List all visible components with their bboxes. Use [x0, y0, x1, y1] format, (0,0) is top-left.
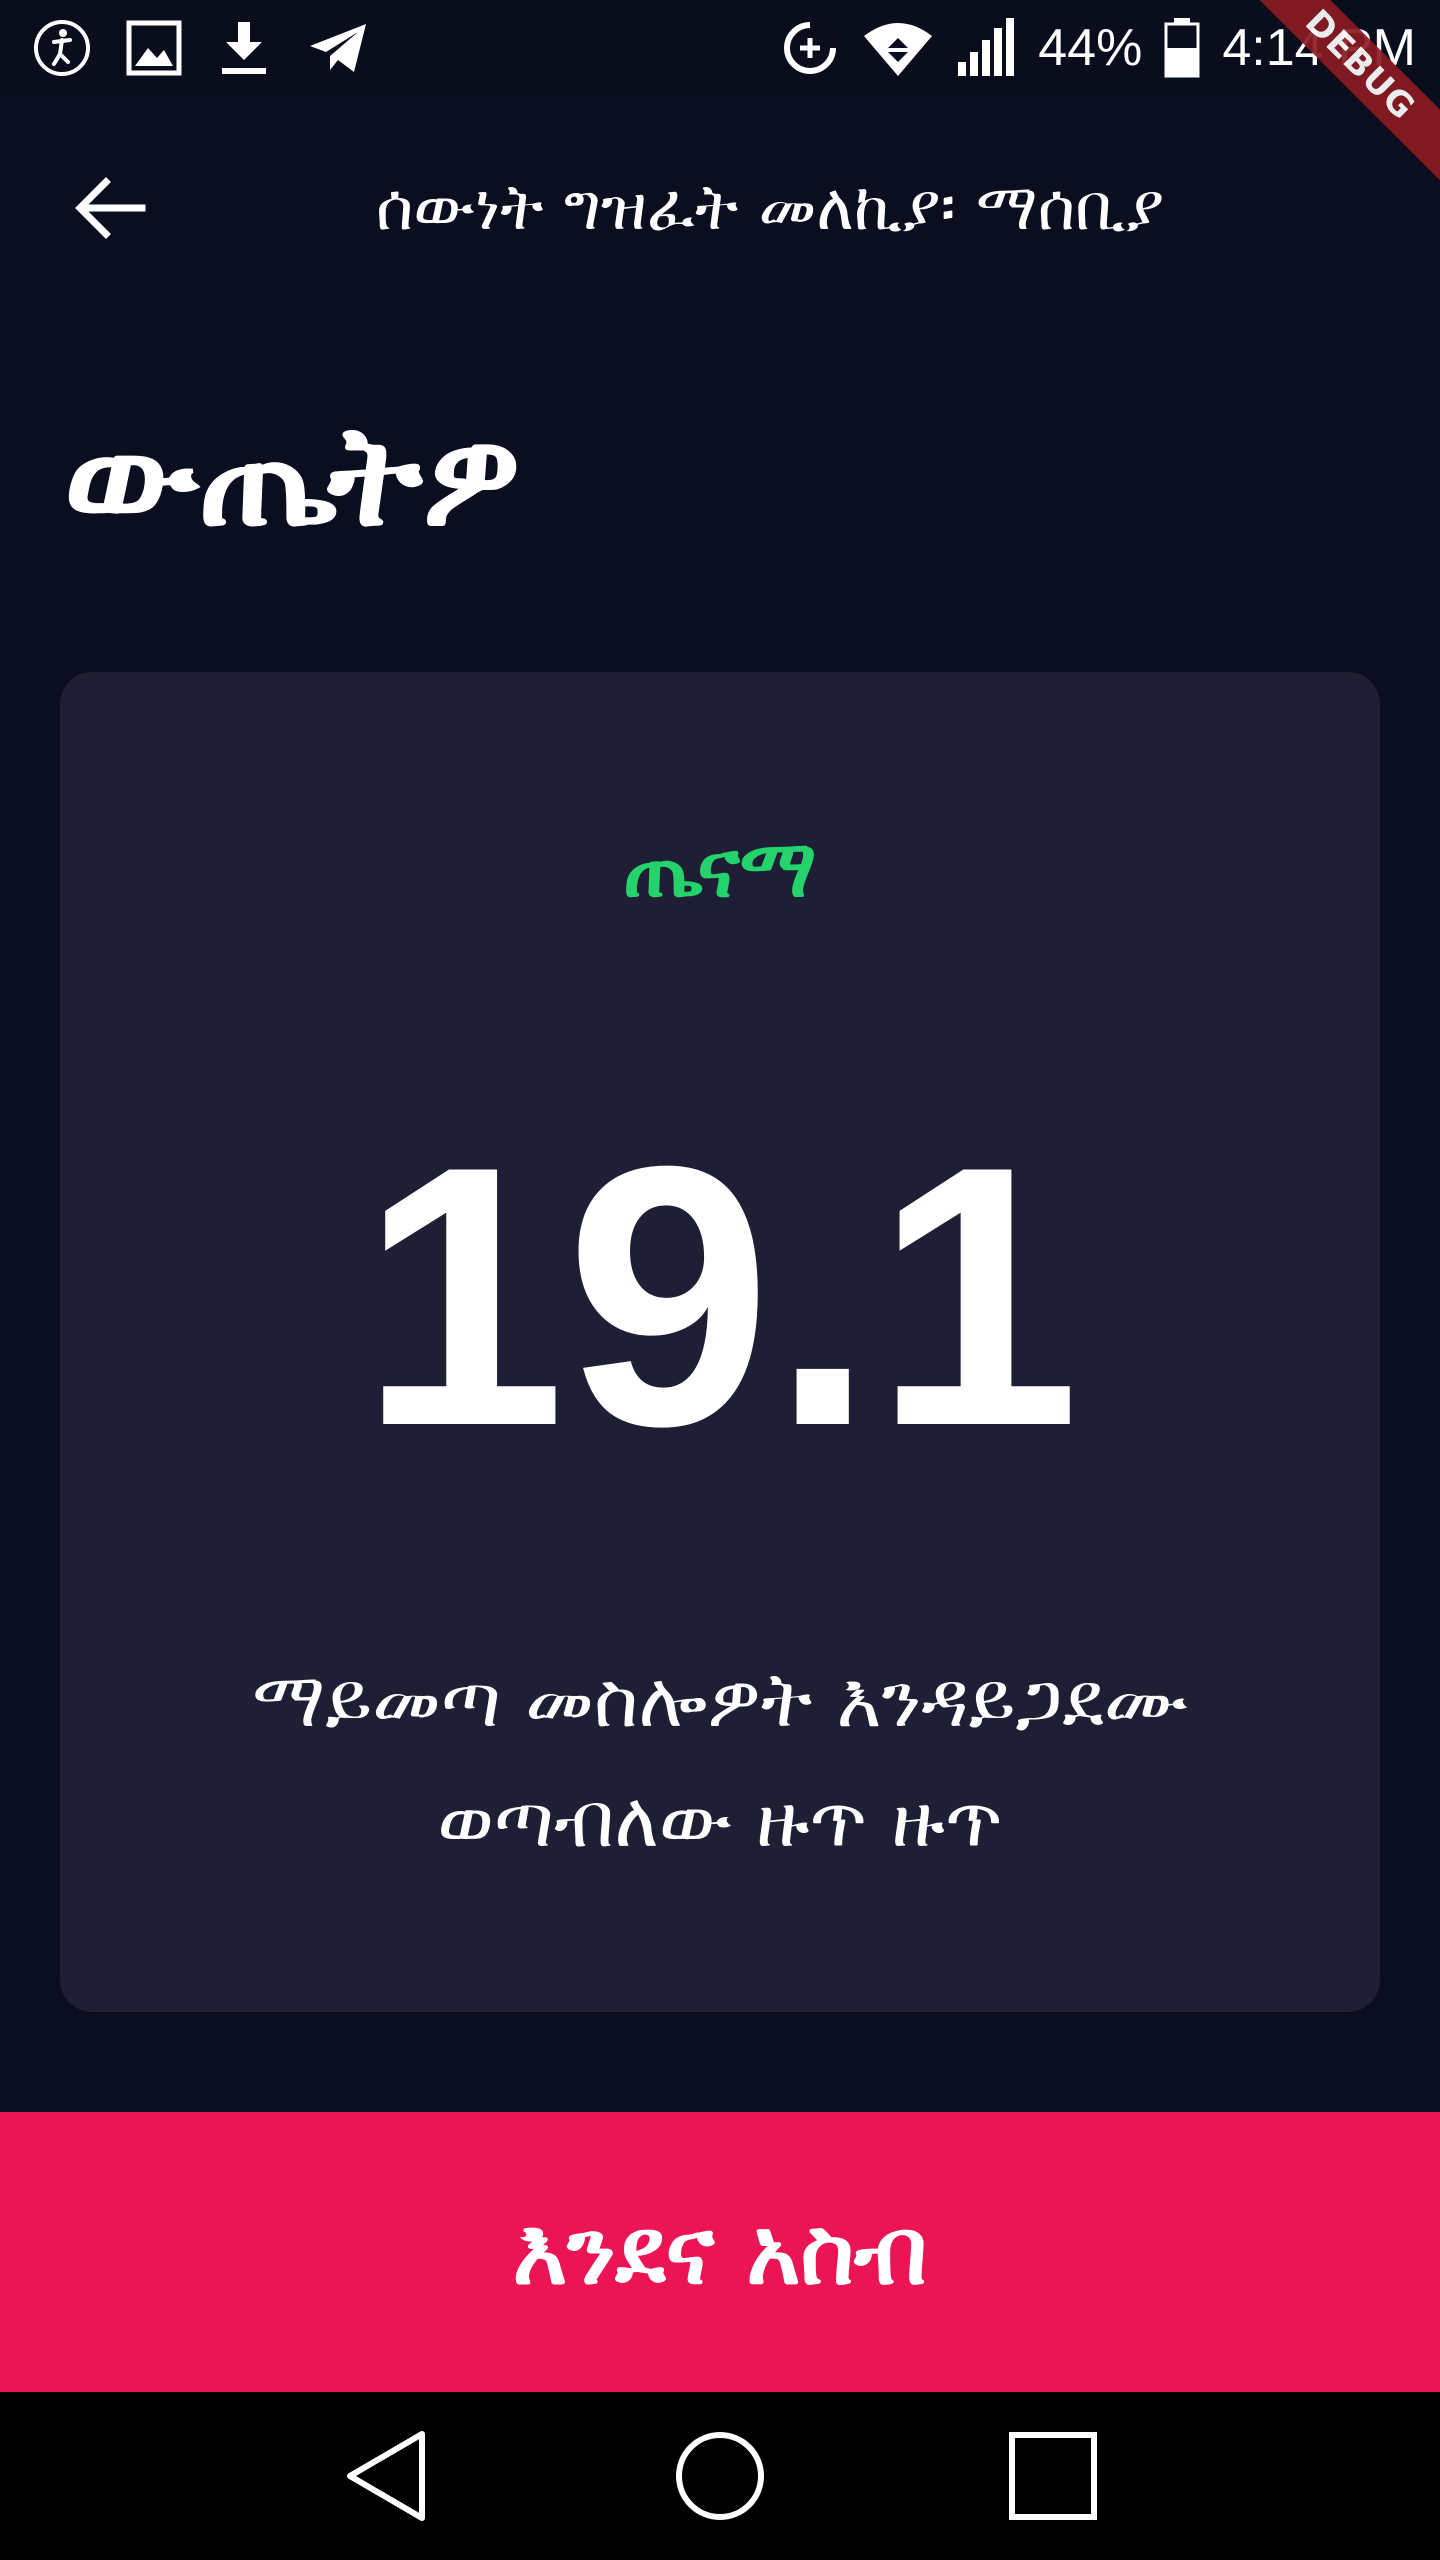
arrow-left-icon: [75, 177, 146, 239]
nav-home-button[interactable]: [650, 2406, 790, 2546]
telegram-icon: [310, 24, 366, 72]
result-message: ማይመጣ መስሎዎት እንዳይጋደሙ ወጣብለው ዙጥ ዙጥ: [252, 1655, 1188, 1864]
system-nav-bar: [0, 2392, 1440, 2560]
app-bar: ሰውነት ግዝፈት መለኪያ፡ ማሰቢያ: [0, 96, 1440, 320]
status-left-icons: [32, 0, 406, 96]
screen: 44% 4:14 PM DEBUG ሰውነት ግዝፈት መለኪያ፡ ማሰቢያ ው…: [0, 0, 1440, 2560]
accessibility-icon: [34, 20, 90, 76]
recalculate-button[interactable]: እንደና አስብ: [0, 2112, 1440, 2392]
battery-icon: [1164, 18, 1200, 78]
data-saver-icon: [784, 21, 838, 74]
nav-back-button[interactable]: [317, 2406, 457, 2546]
signal-icon: [958, 18, 1015, 76]
home-circle-icon: [675, 2432, 764, 2520]
wifi-icon: [864, 23, 933, 76]
recents-square-icon: [1009, 2432, 1098, 2520]
result-status-label: ጤናማ: [623, 822, 817, 915]
gallery-icon: [126, 20, 182, 76]
bmi-value: 19.1: [359, 1090, 1081, 1503]
app-title: ሰውነት ግዝፈት መለኪያ፡ ማሰቢያ: [375, 171, 1165, 245]
back-button[interactable]: [62, 168, 158, 248]
back-triangle-icon: [346, 2431, 425, 2521]
nav-recents-button[interactable]: [983, 2406, 1123, 2546]
battery-percent: 44%: [1038, 19, 1143, 77]
download-icon: [222, 22, 266, 74]
result-card: ጤናማ 19.1 ማይመጣ መስሎዎት እንዳይጋደሙ ወጣብለው ዙጥ ዙጥ: [60, 672, 1380, 2012]
status-bar: 44% 4:14 PM: [0, 0, 1440, 96]
page-heading: ውጤትዎ: [64, 395, 522, 558]
